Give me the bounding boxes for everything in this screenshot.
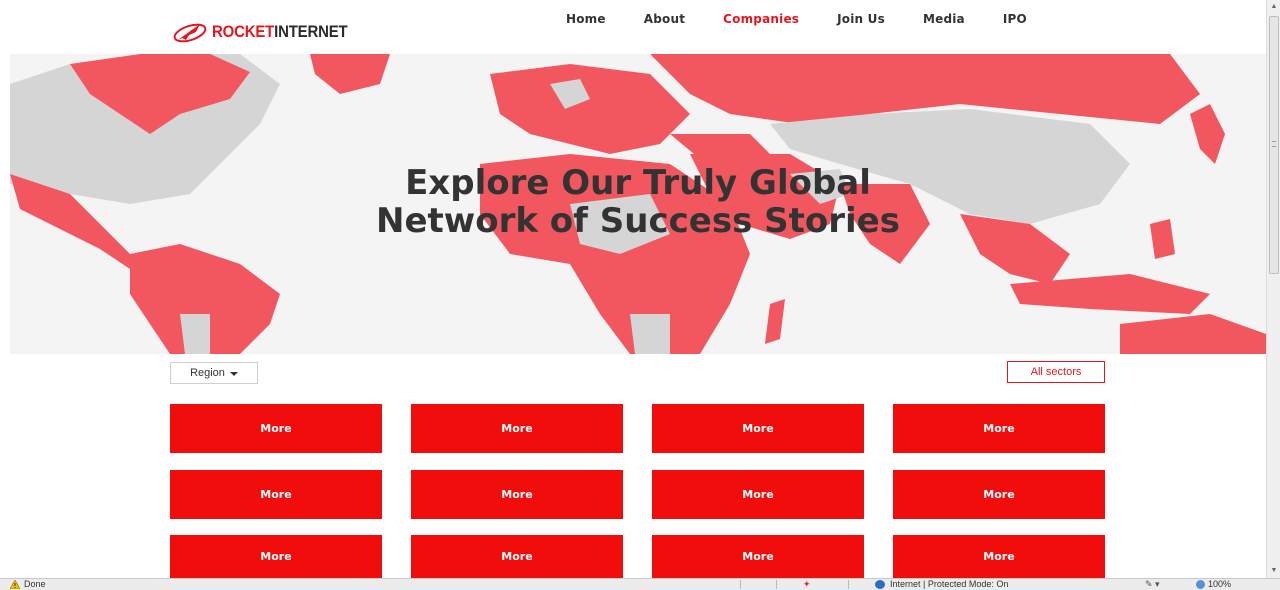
region-dropdown[interactable]: Region: [170, 362, 258, 384]
nav-about[interactable]: About: [644, 12, 685, 26]
scroll-up-arrow-icon[interactable]: ▲: [1267, 0, 1280, 14]
nav-ipo[interactable]: IPO: [1003, 12, 1027, 26]
scroll-down-arrow-icon[interactable]: ▼: [1267, 564, 1280, 578]
security-zone-text[interactable]: Internet | Protected Mode: On: [890, 579, 1008, 590]
all-sectors-button[interactable]: All sectors: [1007, 361, 1105, 383]
site-header: ROCKETINTERNET Home About Companies Join…: [0, 0, 1266, 54]
company-card-more-button[interactable]: More: [652, 470, 864, 519]
nav-companies[interactable]: Companies: [723, 12, 799, 26]
region-dropdown-label: Region: [190, 367, 225, 379]
logo-text: ROCKETINTERNET: [212, 22, 348, 42]
nav-join-us[interactable]: Join Us: [837, 12, 885, 26]
company-card-more-button[interactable]: More: [893, 404, 1105, 453]
globe-icon: [875, 580, 885, 589]
rocket-logo-icon: [173, 23, 207, 43]
nav-media[interactable]: Media: [923, 12, 965, 26]
nav-home[interactable]: Home: [566, 12, 606, 26]
caret-down-icon: [229, 372, 238, 376]
warning-icon[interactable]: [10, 580, 20, 589]
main-nav: Home About Companies Join Us Media IPO: [566, 12, 1065, 26]
rocket-internet-logo[interactable]: ROCKETINTERNET: [172, 20, 366, 44]
scroll-grip-icon: [1272, 141, 1276, 147]
company-card-more-button[interactable]: More: [652, 535, 864, 578]
status-divider: [776, 580, 777, 589]
company-card-more-button[interactable]: More: [411, 535, 623, 578]
company-card-more-button[interactable]: More: [411, 470, 623, 519]
company-card-more-button[interactable]: More: [652, 404, 864, 453]
logo-text-rocket: ROCKET: [212, 22, 275, 41]
popup-blocker-icon[interactable]: ✦: [803, 579, 813, 589]
company-card-more-button[interactable]: More: [893, 470, 1105, 519]
hero-banner: Explore Our Truly Global Network of Succ…: [10, 54, 1266, 354]
company-card-more-button[interactable]: More: [170, 404, 382, 453]
zoom-icon[interactable]: [1196, 580, 1205, 589]
vertical-scrollbar[interactable]: ▲ ▼: [1266, 0, 1280, 578]
logo-text-internet: INTERNET: [274, 22, 348, 41]
company-card-more-button[interactable]: More: [893, 535, 1105, 578]
company-card-more-button[interactable]: More: [170, 470, 382, 519]
status-divider: [848, 580, 849, 589]
hero-title: Explore Our Truly Global Network of Succ…: [10, 164, 1266, 240]
scrollbar-thumb[interactable]: [1269, 16, 1279, 274]
status-text: Done: [24, 579, 46, 589]
zoom-level[interactable]: 100%: [1208, 579, 1231, 590]
hero-title-line-1: Explore Our Truly Global: [405, 163, 871, 203]
status-divider: [740, 580, 741, 589]
company-card-more-button[interactable]: More: [411, 404, 623, 453]
hero-title-line-2: Network of Success Stories: [376, 201, 900, 241]
browser-status-bar: Done ✦ Internet | Protected Mode: On ✎ ▾…: [0, 578, 1280, 590]
tools-dropdown-icon[interactable]: ✎ ▾: [1145, 579, 1160, 590]
company-card-more-button[interactable]: More: [170, 535, 382, 578]
